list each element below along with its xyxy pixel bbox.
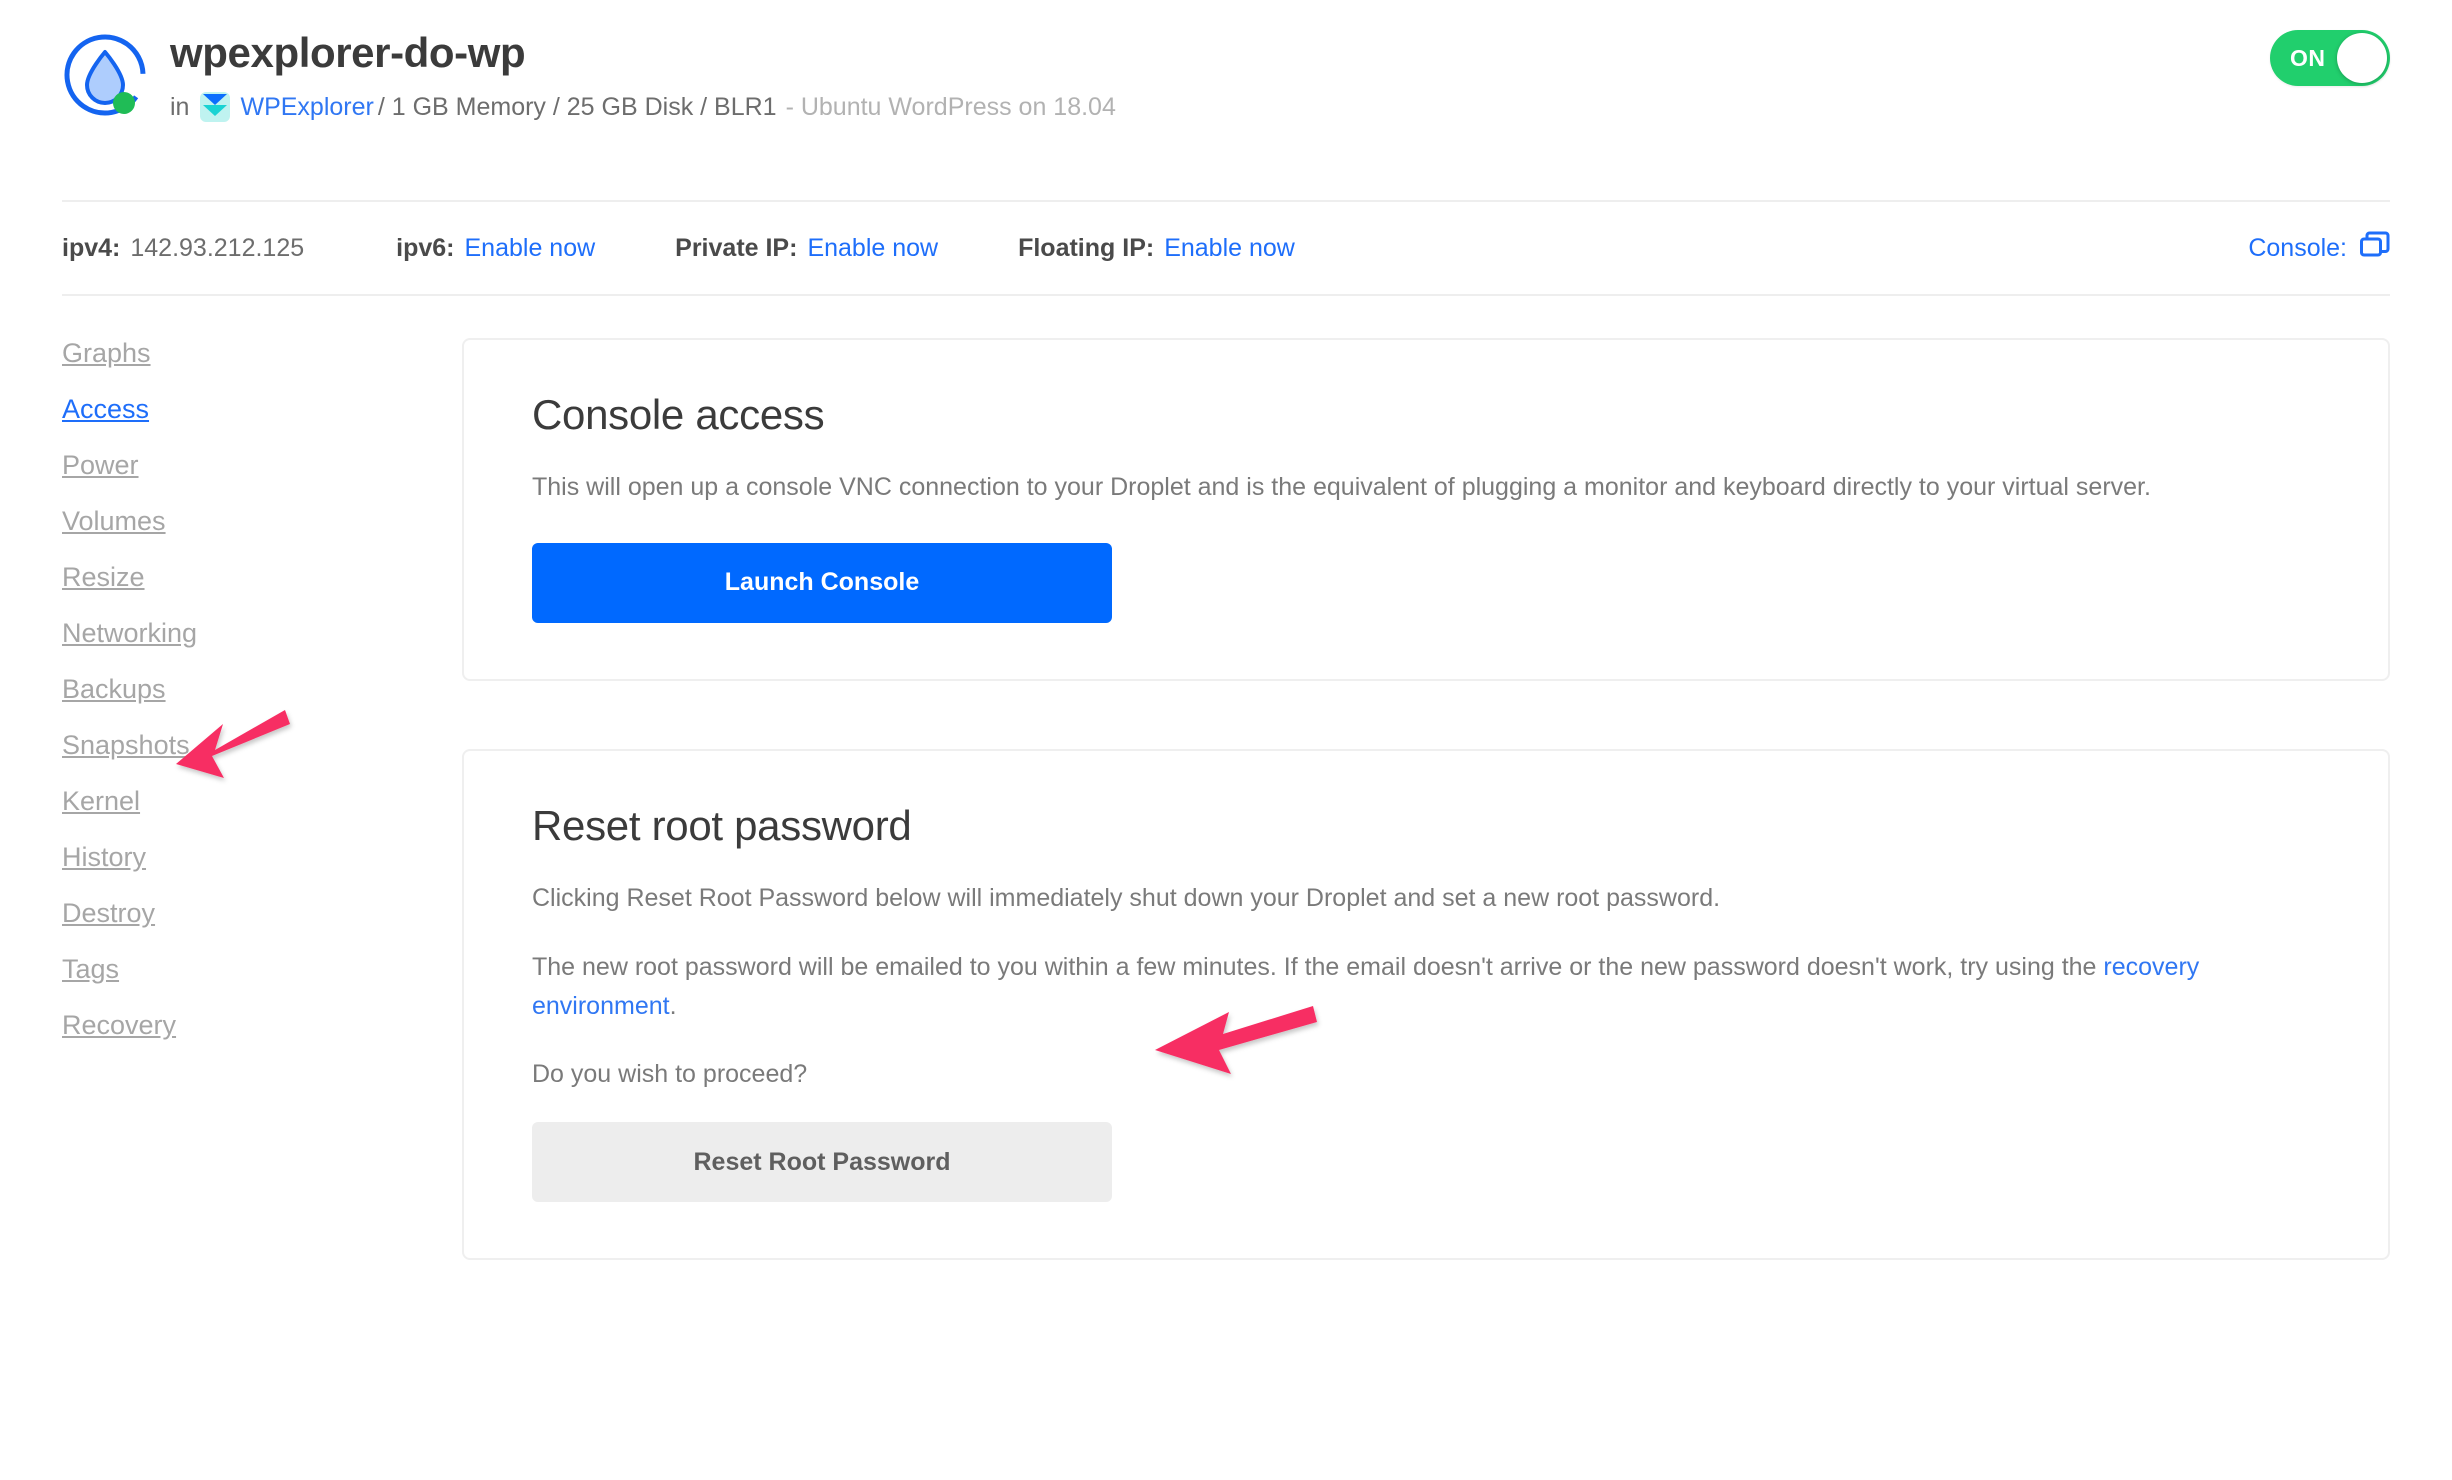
reset-password-text-after: . bbox=[669, 991, 677, 1020]
floating-ip-group: Floating IP: Enable now bbox=[1018, 234, 1295, 263]
reset-password-prompt: Do you wish to proceed? bbox=[532, 1060, 808, 1089]
page-title: wpexplorer-do-wp bbox=[170, 29, 526, 76]
sidebar-item-history[interactable]: History bbox=[62, 844, 146, 900]
sidebar-item-access[interactable]: Access bbox=[62, 396, 149, 452]
ipv4-group: ipv4: 142.93.212.125 bbox=[62, 234, 304, 263]
droplet-meta: in WPExplorer / 1 GB Memory / 25 GB Disk… bbox=[170, 92, 1116, 123]
reset-root-password-title: Reset root password bbox=[532, 801, 912, 849]
main-body: Graphs Access Power Volumes Resize Netwo… bbox=[0, 338, 2452, 1261]
sidebar-item-backups[interactable]: Backups bbox=[62, 676, 166, 732]
meta-in-label: in bbox=[170, 92, 190, 121]
ipv6-label: ipv6: bbox=[396, 233, 455, 262]
console-label: Console: bbox=[2248, 233, 2347, 262]
sidebar-item-volumes[interactable]: Volumes bbox=[62, 508, 166, 564]
sidebar-item-snapshots[interactable]: Snapshots bbox=[62, 732, 190, 788]
sidebar-item-power[interactable]: Power bbox=[62, 452, 139, 508]
network-info-bar: ipv4: 142.93.212.125 ipv6: Enable now Pr… bbox=[62, 200, 2390, 296]
console-access-title: Console access bbox=[532, 391, 825, 438]
sidebar-item-recovery[interactable]: Recovery bbox=[62, 1012, 176, 1068]
droplet-sidebar-nav: Graphs Access Power Volumes Resize Netwo… bbox=[62, 338, 462, 1260]
power-toggle[interactable]: ON bbox=[2270, 30, 2390, 86]
project-link[interactable]: WPExplorer bbox=[240, 94, 373, 120]
external-window-icon bbox=[2360, 231, 2390, 266]
private-ip-enable-link[interactable]: Enable now bbox=[807, 234, 938, 263]
droplet-specs: / 1 GB Memory / 25 GB Disk / BLR1 bbox=[377, 92, 777, 121]
sidebar-item-kernel[interactable]: Kernel bbox=[62, 788, 140, 844]
project-chevrons-icon bbox=[200, 92, 231, 123]
status-dot-online-icon bbox=[113, 92, 135, 114]
droplet-header: wpexplorer-do-wp in WPExplorer / 1 GB Me… bbox=[0, 0, 2452, 200]
ipv4-value: 142.93.212.125 bbox=[130, 233, 305, 262]
console-launch-link[interactable]: Console: bbox=[2248, 231, 2390, 266]
sidebar-item-resize[interactable]: Resize bbox=[62, 564, 145, 620]
console-access-card: Console access This will open up a conso… bbox=[462, 338, 2390, 681]
reset-password-paragraph-2: The new root password will be emailed to… bbox=[532, 948, 2320, 1026]
sidebar-item-destroy[interactable]: Destroy bbox=[62, 900, 155, 956]
console-access-description: This will open up a console VNC connecti… bbox=[532, 473, 2151, 502]
power-toggle-knob bbox=[2337, 33, 2387, 83]
reset-password-paragraph-1: Clicking Reset Root Password below will … bbox=[532, 884, 1721, 913]
reset-password-text-before: The new root password will be emailed to… bbox=[532, 952, 2104, 981]
ipv4-label: ipv4: bbox=[62, 233, 121, 262]
sidebar-item-networking[interactable]: Networking bbox=[62, 620, 197, 676]
private-ip-group: Private IP: Enable now bbox=[675, 234, 938, 263]
sidebar-item-graphs[interactable]: Graphs bbox=[62, 340, 151, 396]
launch-console-button[interactable]: Launch Console bbox=[532, 542, 1112, 623]
ipv6-group: ipv6: Enable now bbox=[396, 234, 595, 263]
floating-ip-label: Floating IP: bbox=[1018, 233, 1155, 262]
droplet-icon bbox=[62, 32, 148, 118]
sidebar-item-tags[interactable]: Tags bbox=[62, 956, 119, 1012]
floating-ip-enable-link[interactable]: Enable now bbox=[1164, 234, 1295, 263]
reset-root-password-card: Reset root password Clicking Reset Root … bbox=[462, 748, 2390, 1261]
private-ip-label: Private IP: bbox=[675, 233, 798, 262]
ipv6-enable-link[interactable]: Enable now bbox=[465, 234, 596, 263]
content-column: Console access This will open up a conso… bbox=[462, 338, 2390, 1261]
droplet-os: - Ubuntu WordPress on 18.04 bbox=[785, 92, 1116, 121]
reset-root-password-button[interactable]: Reset Root Password bbox=[532, 1122, 1112, 1203]
power-toggle-label: ON bbox=[2290, 44, 2326, 71]
